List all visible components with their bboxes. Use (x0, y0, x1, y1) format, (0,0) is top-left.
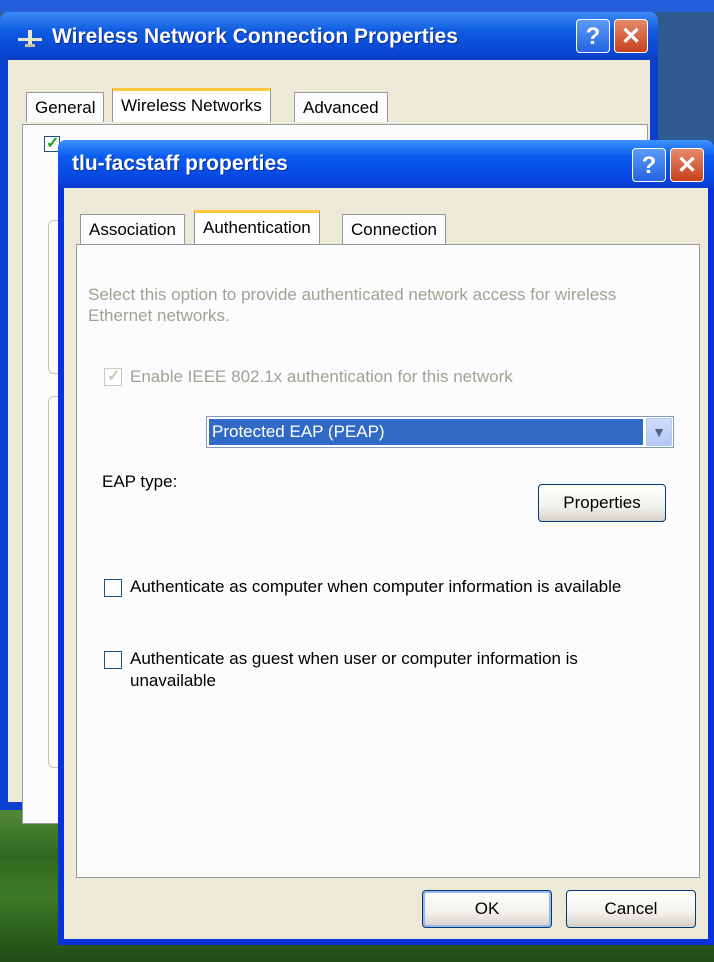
desktop-background (0, 0, 714, 12)
close-button[interactable]: ✕ (670, 148, 704, 182)
tab-general[interactable]: General (26, 92, 105, 122)
eap-type-value: Protected EAP (PEAP) (209, 419, 643, 445)
network-connection-icon (18, 30, 42, 47)
help-button[interactable]: ? (632, 148, 666, 182)
eap-type-select[interactable]: Protected EAP (PEAP) ▼ (206, 416, 674, 448)
tab-panel (76, 244, 700, 878)
tab-association[interactable]: Association (80, 214, 185, 244)
tab-connection[interactable]: Connection (342, 214, 447, 244)
tab-authentication[interactable]: Authentication (194, 210, 320, 244)
dialog-title: tlu-facstaff properties (72, 152, 288, 175)
chevron-down-icon[interactable]: ▼ (646, 418, 672, 446)
window-title: Wireless Network Connection Properties (52, 25, 458, 48)
help-button[interactable]: ? (576, 19, 610, 53)
title-bar[interactable]: tlu-facstaff properties ? ✕ (58, 140, 714, 188)
authentication-description: Select this option to provide authentica… (88, 285, 617, 325)
network-properties-dialog: tlu-facstaff properties ? ✕ Association … (58, 140, 714, 945)
title-bar[interactable]: Wireless Network Connection Properties ?… (0, 12, 658, 60)
tab-advanced[interactable]: Advanced (294, 92, 388, 122)
dialog-client-area: Association Authentication Connection Se… (64, 188, 708, 939)
enable-ieee-checkbox[interactable] (104, 366, 122, 386)
auth-computer-checkbox[interactable] (104, 579, 122, 597)
auth-guest-label-line2: unavailable (130, 671, 217, 690)
properties-button[interactable]: Properties (538, 484, 666, 522)
auth-computer-label: Authenticate as computer when computer i… (130, 577, 622, 596)
cancel-button[interactable]: Cancel (566, 890, 696, 928)
auth-guest-label-line1: Authenticate as guest when user or compu… (130, 649, 578, 668)
eap-type-label: EAP type: (102, 472, 178, 491)
auth-guest-checkbox[interactable] (104, 651, 122, 669)
tab-wireless-networks[interactable]: Wireless Networks (112, 88, 271, 122)
enable-ieee-label: Enable IEEE 802.1x authentication for th… (130, 367, 513, 386)
ok-button[interactable]: OK (422, 890, 552, 928)
close-button[interactable]: ✕ (614, 19, 648, 53)
